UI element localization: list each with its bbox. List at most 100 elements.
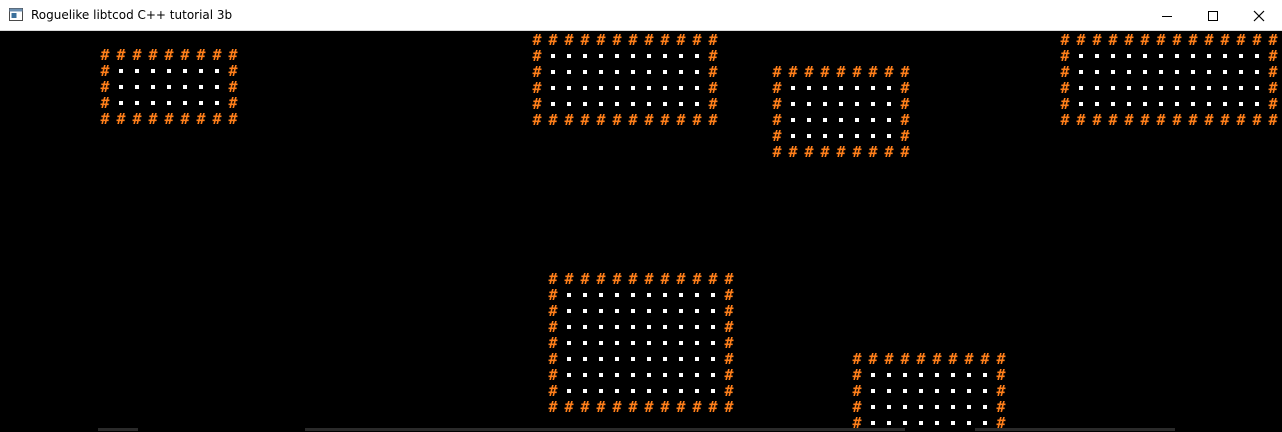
wall-tile: # xyxy=(1060,47,1070,65)
minimize-button[interactable] xyxy=(1144,0,1190,31)
floor-tile xyxy=(609,287,625,303)
wall-tile: # xyxy=(724,350,734,368)
floor-tile xyxy=(625,367,641,383)
title-bar[interactable]: Roguelike libtcod C++ tutorial 3b xyxy=(0,0,1282,31)
floor-tile xyxy=(129,63,145,79)
floor-tile xyxy=(145,63,161,79)
wall-tile: # xyxy=(1092,31,1102,49)
wall-tile: # xyxy=(772,143,782,161)
wall-tile: # xyxy=(180,110,190,128)
floor-tile xyxy=(833,128,849,144)
wall-tile: # xyxy=(596,398,606,416)
wall-tile: # xyxy=(884,63,894,81)
floor-tile xyxy=(545,48,561,64)
floor-tile xyxy=(625,64,641,80)
wall-tile: # xyxy=(996,366,1006,384)
floor-tile xyxy=(609,303,625,319)
floor-tile xyxy=(945,399,961,415)
floor-tile xyxy=(609,319,625,335)
wall-tile: # xyxy=(1220,31,1230,49)
wall-tile: # xyxy=(1060,63,1070,81)
wall-tile: # xyxy=(228,94,238,112)
wall-tile: # xyxy=(612,111,622,129)
wall-tile: # xyxy=(148,110,158,128)
floor-tile xyxy=(593,48,609,64)
floor-tile xyxy=(625,383,641,399)
wall-tile: # xyxy=(1108,111,1118,129)
wall-tile: # xyxy=(100,46,110,64)
wall-tile: # xyxy=(980,350,990,368)
wall-tile: # xyxy=(772,127,782,145)
wall-tile: # xyxy=(932,350,942,368)
floor-tile xyxy=(1233,48,1249,64)
floor-tile xyxy=(193,79,209,95)
wall-tile: # xyxy=(212,110,222,128)
floor-tile xyxy=(609,48,625,64)
floor-tile xyxy=(609,80,625,96)
floor-tile xyxy=(897,399,913,415)
floor-tile xyxy=(593,351,609,367)
wall-tile: # xyxy=(548,270,558,288)
floor-tile xyxy=(577,64,593,80)
wall-tile: # xyxy=(964,350,974,368)
wall-tile: # xyxy=(212,46,222,64)
wall-tile: # xyxy=(852,350,862,368)
floor-tile xyxy=(1153,48,1169,64)
floor-tile xyxy=(929,399,945,415)
wall-tile: # xyxy=(580,111,590,129)
floor-tile xyxy=(865,112,881,128)
maximize-button[interactable] xyxy=(1190,0,1236,31)
floor-tile xyxy=(1201,48,1217,64)
wall-tile: # xyxy=(708,95,718,113)
floor-tile xyxy=(1217,96,1233,112)
wall-tile: # xyxy=(724,334,734,352)
wall-tile: # xyxy=(900,111,910,129)
floor-tile xyxy=(785,112,801,128)
wall-tile: # xyxy=(996,350,1006,368)
floor-tile xyxy=(593,367,609,383)
window-title: Roguelike libtcod C++ tutorial 3b xyxy=(31,8,233,22)
floor-tile xyxy=(705,383,721,399)
floor-tile xyxy=(641,383,657,399)
floor-tile xyxy=(545,80,561,96)
wall-tile: # xyxy=(628,111,638,129)
wall-tile: # xyxy=(772,79,782,97)
close-icon xyxy=(1253,10,1265,21)
floor-tile xyxy=(593,64,609,80)
wall-tile: # xyxy=(900,350,910,368)
wall-tile: # xyxy=(788,63,798,81)
wall-tile: # xyxy=(1204,31,1214,49)
floor-tile xyxy=(1105,64,1121,80)
wall-tile: # xyxy=(532,111,542,129)
wall-tile: # xyxy=(916,350,926,368)
wall-tile: # xyxy=(548,286,558,304)
floor-tile xyxy=(1105,96,1121,112)
wall-tile: # xyxy=(148,46,158,64)
floor-tile xyxy=(817,80,833,96)
wall-tile: # xyxy=(660,398,670,416)
wall-tile: # xyxy=(676,398,686,416)
floor-tile xyxy=(945,383,961,399)
close-button[interactable] xyxy=(1236,0,1282,31)
wall-tile: # xyxy=(180,46,190,64)
wall-tile: # xyxy=(228,46,238,64)
floor-tile xyxy=(929,383,945,399)
floor-tile xyxy=(577,48,593,64)
wall-tile: # xyxy=(1220,111,1230,129)
floor-tile xyxy=(673,351,689,367)
wall-tile: # xyxy=(564,111,574,129)
floor-tile xyxy=(561,351,577,367)
wall-tile: # xyxy=(548,318,558,336)
wall-tile: # xyxy=(1060,79,1070,97)
floor-tile xyxy=(577,319,593,335)
floor-tile xyxy=(961,383,977,399)
wall-tile: # xyxy=(116,110,126,128)
floor-tile xyxy=(1121,64,1137,80)
wall-tile: # xyxy=(852,398,862,416)
floor-tile xyxy=(657,303,673,319)
wall-tile: # xyxy=(1268,31,1278,49)
wall-tile: # xyxy=(692,111,702,129)
floor-tile xyxy=(177,95,193,111)
game-console[interactable]: # # # # # # # # # # # # # # # # # # # # # # # # # # # # # # # # # # # # # # # #… xyxy=(0,31,1282,432)
wall-tile: # xyxy=(708,111,718,129)
